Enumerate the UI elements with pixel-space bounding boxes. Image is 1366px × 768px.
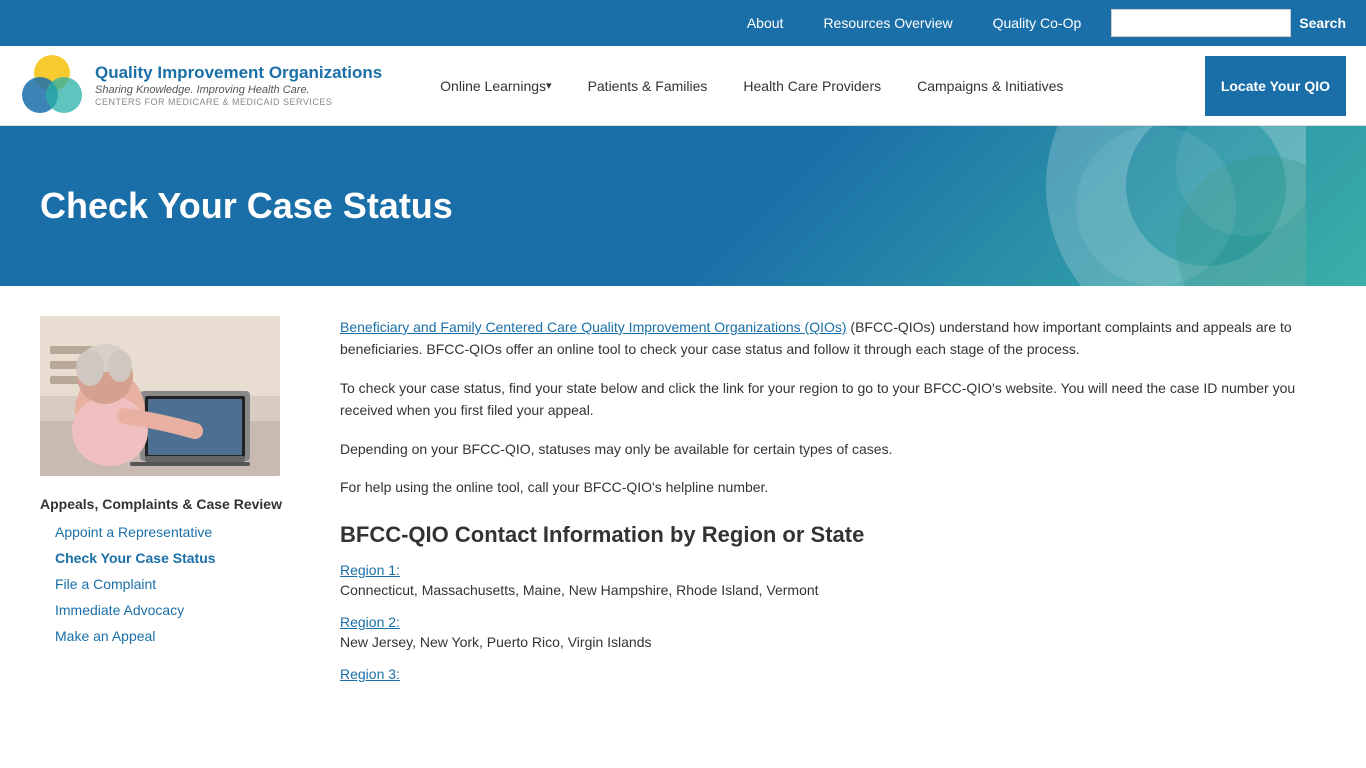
logo-text: Quality Improvement Organizations Sharin… (95, 63, 382, 107)
main-nav: Online Learnings Patients & Families Hea… (422, 46, 1205, 126)
region-1-states: Connecticut, Massachusetts, Maine, New H… (340, 582, 1326, 598)
top-nav-about[interactable]: About (737, 15, 794, 31)
org-name: Quality Improvement Organizations (95, 63, 382, 83)
tagline: Sharing Knowledge. Improving Health Care… (95, 84, 382, 97)
sidebar: Appeals, Complaints & Case Review Appoin… (40, 316, 300, 682)
region-2-block: Region 2: New Jersey, New York, Puerto R… (340, 614, 1326, 650)
top-nav-resources[interactable]: Resources Overview (813, 15, 962, 31)
hero-decoration (956, 126, 1306, 286)
sidebar-nav-links: Appoint a Representative Check Your Case… (40, 524, 300, 644)
hero-banner: Check Your Case Status (0, 126, 1366, 286)
section-title: BFCC-QIO Contact Information by Region o… (340, 522, 1326, 548)
locate-qio-button[interactable]: Locate Your QIO (1205, 56, 1346, 116)
intro-paragraph-3: Depending on your BFCC-QIO, statuses may… (340, 438, 1326, 460)
region-2-link[interactable]: Region 2: (340, 614, 400, 630)
centers-label: Centers for Medicare & Medicaid Services (95, 97, 382, 108)
logo-icon (20, 53, 85, 118)
sidebar-link-appoint[interactable]: Appoint a Representative (55, 524, 212, 540)
intro-paragraph-4: For help using the online tool, call you… (340, 476, 1326, 498)
list-item: Check Your Case Status (55, 550, 300, 566)
sidebar-nav-title: Appeals, Complaints & Case Review (40, 496, 300, 512)
intro-paragraph-2: To check your case status, find your sta… (340, 377, 1326, 422)
sidebar-image (40, 316, 280, 476)
nav-health-care-providers[interactable]: Health Care Providers (725, 46, 899, 126)
list-item: Appoint a Representative (55, 524, 300, 540)
nav-campaigns-initiatives[interactable]: Campaigns & Initiatives (899, 46, 1081, 126)
list-item: Make an Appeal (55, 628, 300, 644)
logo-area: Quality Improvement Organizations Sharin… (20, 53, 382, 118)
top-bar: About Resources Overview Quality Co-Op S… (0, 0, 1366, 46)
search-area: Search (1111, 9, 1346, 37)
sidebar-link-check-status[interactable]: Check Your Case Status (55, 550, 216, 566)
region-1-link[interactable]: Region 1: (340, 562, 400, 578)
top-nav-quality[interactable]: Quality Co-Op (983, 15, 1092, 31)
sidebar-link-make-appeal[interactable]: Make an Appeal (55, 628, 155, 644)
nav-online-learnings[interactable]: Online Learnings (422, 46, 569, 126)
region-1-block: Region 1: Connecticut, Massachusetts, Ma… (340, 562, 1326, 598)
nav-bar: Quality Improvement Organizations Sharin… (0, 46, 1366, 126)
region-2-states: New Jersey, New York, Puerto Rico, Virgi… (340, 634, 1326, 650)
intro-paragraph-1: Beneficiary and Family Centered Care Qua… (340, 316, 1326, 361)
nav-patients-families[interactable]: Patients & Families (570, 46, 726, 126)
list-item: Immediate Advocacy (55, 602, 300, 618)
list-item: File a Complaint (55, 576, 300, 592)
region-3-block: Region 3: (340, 666, 1326, 682)
search-input[interactable] (1111, 9, 1291, 37)
search-button[interactable]: Search (1299, 15, 1346, 31)
region-3-link[interactable]: Region 3: (340, 666, 400, 682)
content-area: Beneficiary and Family Centered Care Qua… (340, 316, 1326, 682)
bfcc-qio-link[interactable]: Beneficiary and Family Centered Care Qua… (340, 319, 847, 335)
sidebar-link-file-complaint[interactable]: File a Complaint (55, 576, 156, 592)
main-content: Appeals, Complaints & Case Review Appoin… (0, 286, 1366, 712)
sidebar-link-immediate-advocacy[interactable]: Immediate Advocacy (55, 602, 184, 618)
page-title: Check Your Case Status (40, 185, 453, 227)
